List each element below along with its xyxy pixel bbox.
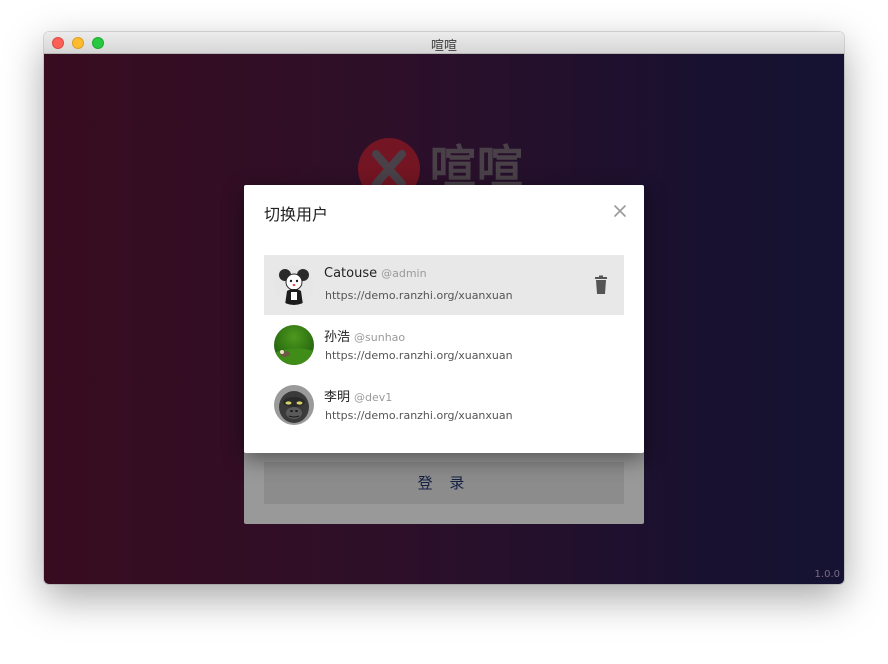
- mouse-avatar: [274, 265, 314, 305]
- user-display-name: Catouse: [324, 266, 378, 281]
- user-list: Catouse @admin https://demo.ranzhi.org/xu…: [264, 255, 624, 435]
- user-handle: @sunhao: [354, 331, 406, 344]
- user-handle: @dev1: [354, 391, 393, 404]
- user-display-name: 李明: [324, 390, 351, 405]
- user-list-item[interactable]: Catouse @admin https://demo.ranzhi.org/xu…: [264, 255, 624, 315]
- user-server-url: https://demo.ranzhi.org/xuanxuan: [325, 409, 513, 422]
- user-list-item[interactable]: 李明 @dev1 https://demo.ranzhi.org/xuanxuan: [264, 375, 624, 435]
- user-handle: @admin: [381, 267, 427, 280]
- window-title: 喧喧: [430, 39, 457, 54]
- app-window: 喧喧 喧喧 登 录 1.0.0 切换用户 Catouse @admin http…: [44, 32, 844, 584]
- app-background: 喧喧 登 录 1.0.0 切换用户 Catouse @admin https:/…: [44, 54, 844, 584]
- user-server-url: https://demo.ranzhi.org/xuanxuan: [325, 289, 513, 302]
- gorilla-avatar: [274, 385, 314, 425]
- dialog-title: 切换用户: [264, 205, 329, 224]
- user-list-item[interactable]: 孙浩 @sunhao https://demo.ranzhi.org/xuanxu…: [264, 315, 624, 375]
- title-bar: 喧喧: [44, 32, 844, 54]
- close-icon[interactable]: [610, 201, 630, 221]
- user-name: Catouse @admin: [324, 266, 427, 281]
- user-name: 孙浩 @sunhao: [324, 326, 405, 345]
- switch-user-dialog: 切换用户 Catouse @admin https://demo.ranzhi.…: [244, 185, 644, 453]
- trash-icon[interactable]: [592, 275, 610, 295]
- grass-avatar: [274, 325, 314, 365]
- user-name: 李明 @dev1: [324, 386, 392, 405]
- user-server-url: https://demo.ranzhi.org/xuanxuan: [325, 349, 513, 362]
- user-display-name: 孙浩: [324, 330, 351, 345]
- version-label: 1.0.0: [814, 569, 840, 580]
